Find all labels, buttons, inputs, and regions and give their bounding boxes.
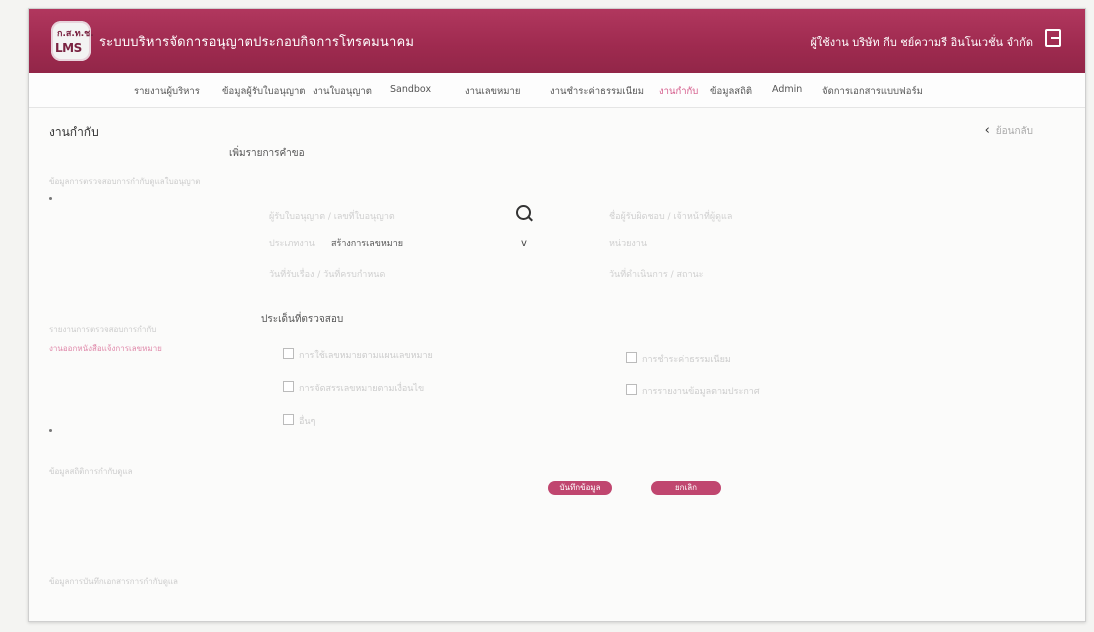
sidebar: ข้อมูลการตรวจสอบการกำกับดูแลใบอนุญาต ราย… [49, 159, 239, 619]
app-title: ระบบบริหารจัดการอนุญาตประกอบกิจการโทรคมน… [99, 35, 415, 50]
inspection-checkbox[interactable] [283, 381, 294, 392]
inspection-option-label: การรายงานข้อมูลตามประกาศ [642, 387, 760, 397]
nav-item-admin[interactable]: Admin [772, 84, 802, 95]
page-title: งานกำกับ [49, 125, 99, 139]
sidebar-item-license-regulation[interactable]: ข้อมูลการตรวจสอบการกำกับดูแลใบอนุญาต [49, 175, 200, 188]
type-select[interactable]: สร้างการเลขหมาย [331, 236, 403, 250]
bullet-icon [49, 197, 52, 200]
nav-item-numbering[interactable]: งานเลขหมาย [465, 84, 520, 99]
type-label: ประเภทงาน [269, 239, 315, 249]
chevron-left-icon: ‹ [984, 123, 990, 138]
received-date-label: วันที่รับเรื่อง / วันที่ครบกำหนด [269, 270, 386, 280]
inspection-title: ประเด็นที่ตรวจสอบ [261, 314, 344, 325]
sidebar-item-regulation-docs[interactable]: ข้อมูลการบันทึกเอกสารการกำกับดูแล [49, 575, 178, 588]
responsible-label: ชื่อผู้รับผิดชอบ / เจ้าหน้าที่ผู้ดูแล [609, 212, 733, 222]
nav-item-form-docs[interactable]: จัดการเอกสารแบบฟอร์ม [822, 84, 923, 99]
sidebar-item-numbering-notice[interactable]: งานออกหนังสือแจ้งการเลขหมาย [49, 342, 162, 355]
inspection-checkbox[interactable] [283, 348, 294, 359]
inspection-checkbox[interactable] [626, 384, 637, 395]
licensee-label: ผู้รับใบอนุญาต / เลขที่ใบอนุญาต [269, 212, 395, 222]
nav-item-license[interactable]: งานใบอนุญาต [313, 84, 372, 99]
form-heading: เพิ่มรายการคำขอ [229, 148, 305, 159]
sidebar-item-regulation-report[interactable]: รายงานการตรวจสอบการกำกับ [49, 323, 156, 336]
logo-text-top: ก.ส.ท.ช. [57, 29, 94, 39]
user-info: ผู้ใช้งาน บริษัท กีบ ชย์ความรี อินโนเวชั… [810, 36, 1033, 49]
nav-item-licensee-info[interactable]: ข้อมูลผู้รับใบอนุญาต [222, 84, 305, 99]
nav-item-executive-report[interactable]: รายงานผู้บริหาร [134, 84, 200, 99]
nav-item-sandbox[interactable]: Sandbox [390, 84, 431, 95]
back-link[interactable]: ‹ ย้อนกลับ [985, 123, 1033, 139]
nav-item-fee-payment[interactable]: งานชำระค่าธรรมเนียม [550, 84, 644, 99]
main-nav: รายงานผู้บริหาร ข้อมูลผู้รับใบอนุญาต งาน… [29, 73, 1085, 108]
app-window: ก.ส.ท.ช. LMS ระบบบริหารจัดการอนุญาตประกอ… [28, 8, 1086, 622]
save-button[interactable]: บันทึกข้อมูล [548, 481, 612, 495]
sidebar-item-regulation-stats[interactable]: ข้อมูลสถิติการกำกับดูแล [49, 465, 133, 478]
cancel-button[interactable]: ยกเลิก [651, 481, 721, 495]
back-label: ย้อนกลับ [995, 126, 1033, 137]
nav-item-regulation[interactable]: งานกำกับ [659, 84, 698, 99]
dropdown-arrow-icon[interactable]: v [521, 238, 527, 249]
process-date-label: วันที่ดำเนินการ / สถานะ [609, 270, 704, 280]
lms-logo[interactable]: ก.ส.ท.ช. LMS [51, 21, 94, 61]
inspection-option-label: การชำระค่าธรรมเนียม [642, 355, 731, 365]
app-header: ก.ส.ท.ช. LMS ระบบบริหารจัดการอนุญาตประกอ… [29, 9, 1085, 73]
inspection-option-label: การจัดสรรเลขหมายตามเงื่อนไข [299, 384, 425, 394]
search-icon[interactable] [516, 205, 531, 220]
inspection-option-label: การใช้เลขหมายตามแผนเลขหมาย [299, 351, 433, 361]
logout-icon[interactable] [1045, 29, 1061, 47]
department-label: หน่วยงาน [609, 239, 648, 249]
inspection-option-label: อื่นๆ [299, 417, 316, 427]
bullet-icon [49, 429, 52, 432]
nav-item-statistics[interactable]: ข้อมูลสถิติ [710, 84, 752, 99]
logo-text: LMS [55, 41, 82, 55]
inspection-checkbox[interactable] [283, 414, 294, 425]
inspection-checkbox[interactable] [626, 352, 637, 363]
